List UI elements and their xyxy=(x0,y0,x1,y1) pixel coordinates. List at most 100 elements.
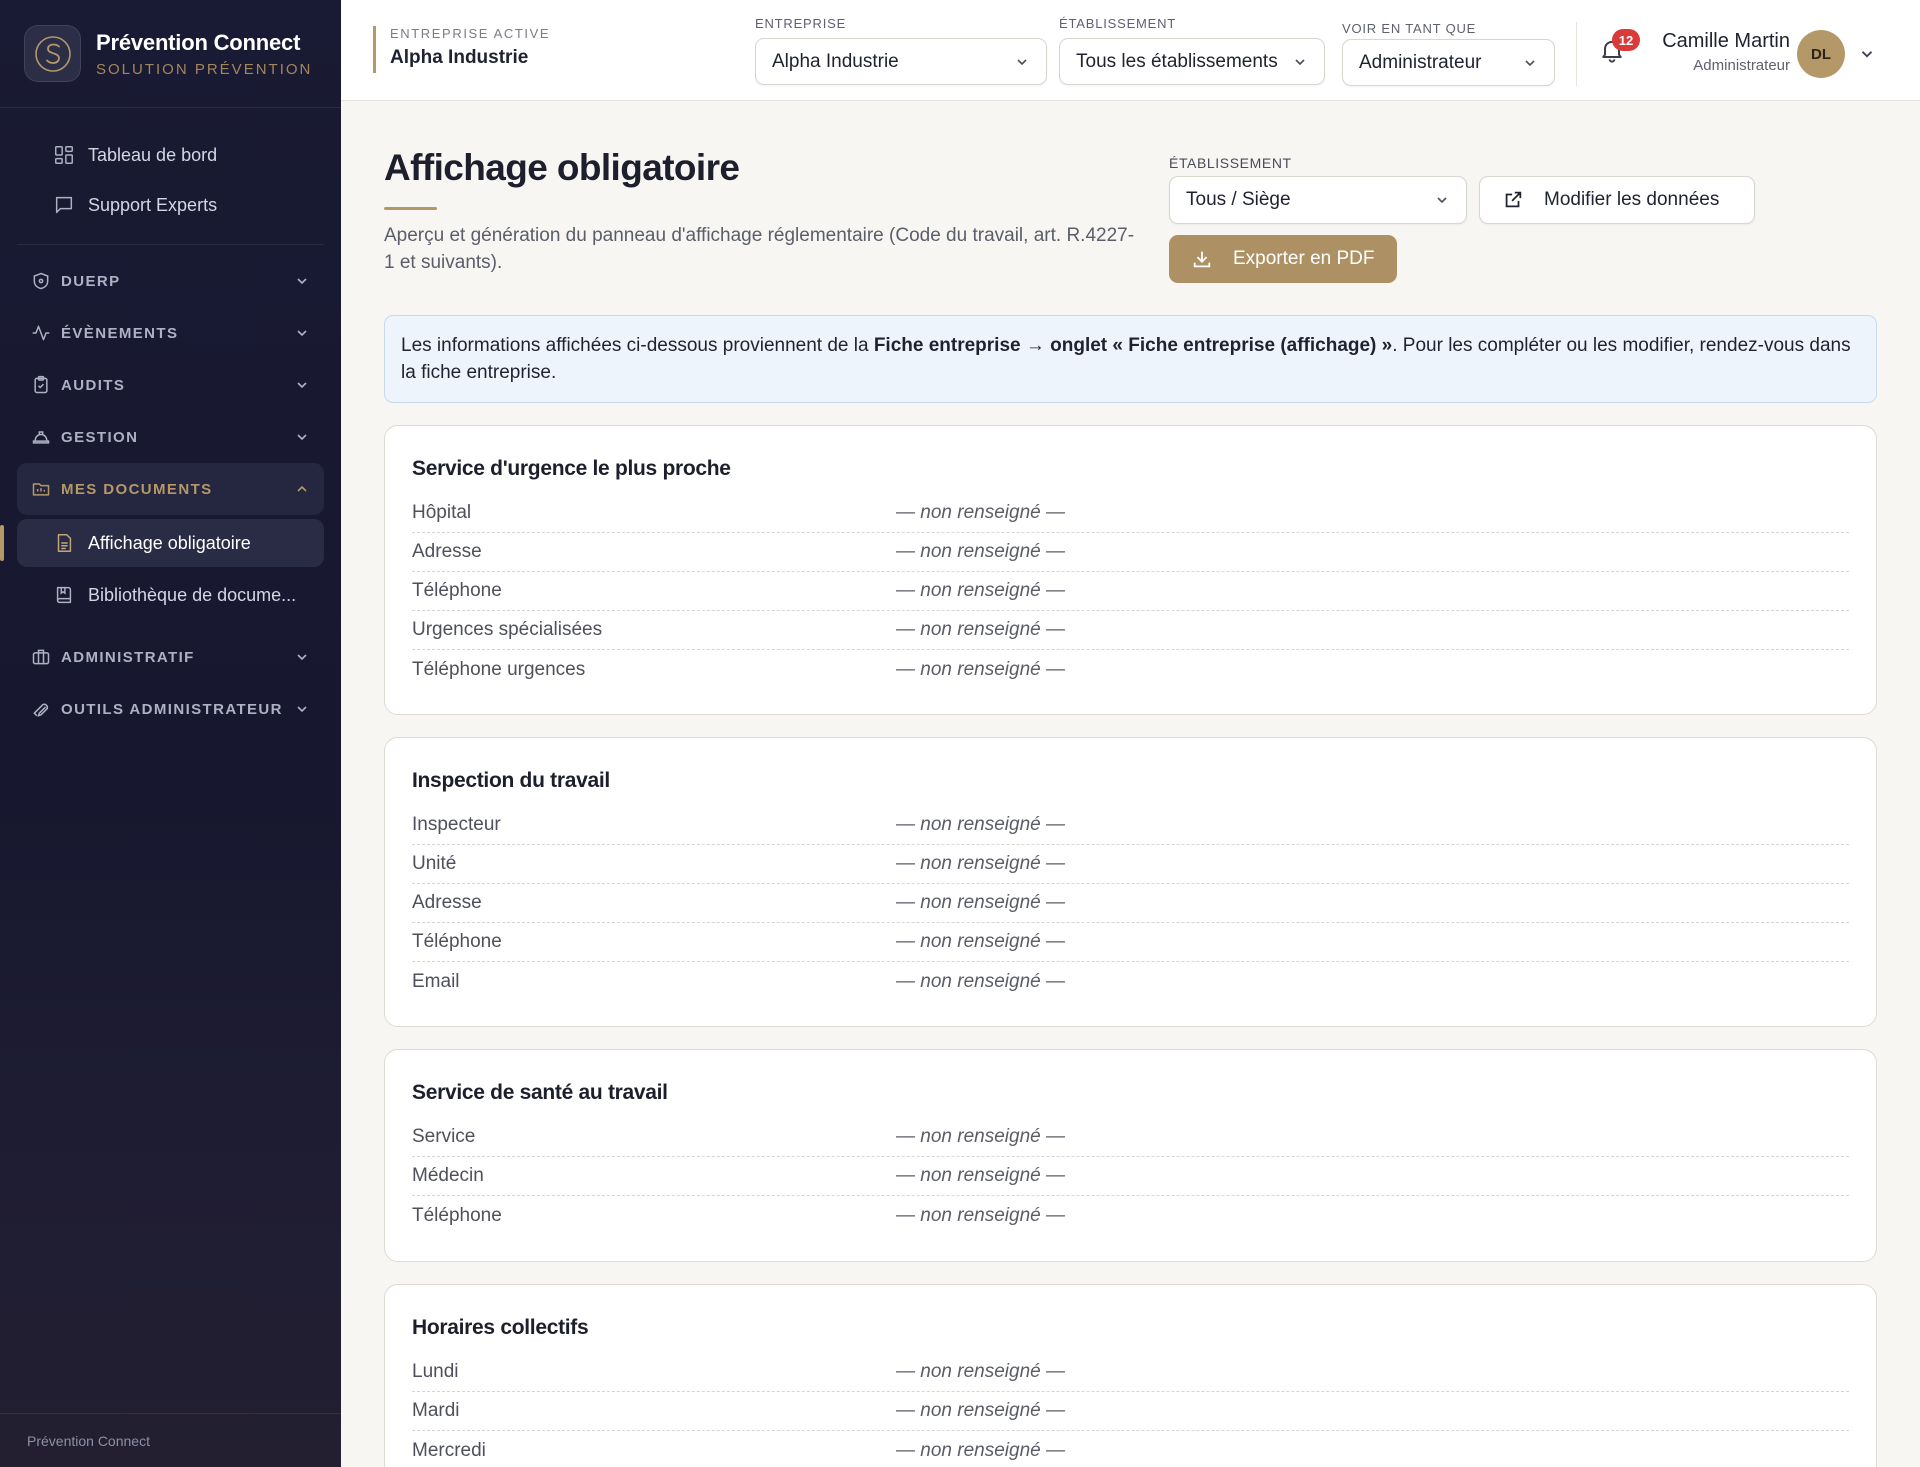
sidebar-section-evenements[interactable]: ÉVÈNEMENTS xyxy=(17,307,324,359)
sidebar-section-audits[interactable]: AUDITS xyxy=(17,359,324,411)
external-link-icon xyxy=(1502,189,1524,211)
chevron-down-icon xyxy=(294,325,310,341)
sidebar-section-gestion[interactable]: GESTION xyxy=(17,411,324,463)
user-role: Administrateur xyxy=(1693,57,1790,74)
chevron-down-icon xyxy=(294,273,310,289)
info-row: Téléphone — non renseigné — xyxy=(412,572,1849,611)
logo-icon xyxy=(24,25,81,82)
card-occupational-health: Service de santé au travail Service — non… xyxy=(384,1049,1877,1262)
chevron-up-icon xyxy=(294,481,310,497)
card-emergency-service: Service d'urgence le plus proche Hôpital… xyxy=(384,425,1877,715)
row-value: — non renseigné — xyxy=(896,892,1065,913)
wrench-icon xyxy=(31,699,51,719)
sidebar-item-label: Bibliothèque de docume... xyxy=(88,584,297,605)
card-title: Service de santé au travail xyxy=(412,1081,668,1104)
section-label: ÉVÈNEMENTS xyxy=(61,324,179,342)
row-value: — non renseigné — xyxy=(896,619,1065,640)
export-pdf-button[interactable]: Exporter en PDF xyxy=(1169,235,1397,283)
row-value: — non renseigné — xyxy=(896,1126,1065,1147)
site-filter-select[interactable]: Tous / Siège xyxy=(1169,176,1467,224)
row-label: Adresse xyxy=(412,892,482,913)
edit-data-label: Modifier les données xyxy=(1544,189,1720,210)
company-select[interactable]: Alpha Industrie xyxy=(755,38,1047,85)
row-value: — non renseigné — xyxy=(896,1165,1065,1186)
company-field: ENTREPRISE Alpha Industrie xyxy=(755,16,1047,85)
card-title: Inspection du travail xyxy=(412,769,610,792)
user-info[interactable]: Camille Martin Administrateur xyxy=(1657,30,1790,74)
row-label: Lundi xyxy=(412,1361,459,1382)
row-label: Service xyxy=(412,1126,476,1147)
book-icon xyxy=(53,584,75,606)
document-icon xyxy=(53,532,75,554)
sidebar-footer: Prévention Connect xyxy=(0,1413,341,1467)
chevron-down-icon xyxy=(1014,54,1030,70)
sidebar-section-mes-documents[interactable]: MES DOCUMENTS xyxy=(17,463,324,515)
site-filter-value: Tous / Siège xyxy=(1186,189,1291,210)
info-row: Téléphone urgences — non renseigné — xyxy=(412,650,1849,689)
sidebar-section-duerp[interactable]: DUERP xyxy=(17,255,324,307)
sidebar-item-affichage-obligatoire[interactable]: Affichage obligatoire xyxy=(0,519,324,567)
sidebar-item-bibliotheque[interactable]: Bibliothèque de docume... xyxy=(17,571,324,619)
info-row: Service — non renseigné — xyxy=(412,1118,1849,1157)
section-label: OUTILS ADMINISTRATEUR xyxy=(61,700,283,718)
sidebar-item-label: Tableau de bord xyxy=(88,144,218,165)
row-label: Email xyxy=(412,970,460,992)
section-label: AUDITS xyxy=(61,376,126,394)
info-row: Inspecteur — non renseigné — xyxy=(412,806,1849,845)
row-label: Téléphone xyxy=(412,931,502,952)
chevron-down-icon xyxy=(1522,55,1538,71)
view-as-label: VOIR EN TANT QUE xyxy=(1342,21,1477,36)
row-value: — non renseigné — xyxy=(896,814,1065,835)
page-title: Affichage obligatoire xyxy=(384,147,740,188)
row-label: Téléphone xyxy=(412,580,502,601)
sidebar-item-dashboard[interactable]: Tableau de bord xyxy=(17,130,324,180)
row-label: Urgences spécialisées xyxy=(412,619,603,640)
sidebar-item-support-experts[interactable]: Support Experts xyxy=(17,180,324,230)
top-header: ENTREPRISE ACTIVE Alpha Industrie ENTREP… xyxy=(341,0,1920,101)
site-select-label: ÉTABLISSEMENT xyxy=(1059,16,1177,31)
site-select[interactable]: Tous les établissements xyxy=(1059,38,1325,85)
site-filter-label: ÉTABLISSEMENT xyxy=(1169,155,1292,171)
site-select-value: Tous les établissements xyxy=(1076,50,1278,72)
info-banner: Les informations affichées ci-dessous pr… xyxy=(384,315,1877,403)
brand[interactable]: Prévention Connect SOLUTION PRÉVENTION xyxy=(0,0,341,108)
row-value: — non renseigné — xyxy=(896,931,1065,952)
row-value: — non renseigné — xyxy=(896,502,1065,523)
card-title: Service d'urgence le plus proche xyxy=(412,457,731,480)
page-description: Aperçu et génération du panneau d'affich… xyxy=(384,225,1135,273)
folder-icon xyxy=(31,479,51,499)
row-value: — non renseigné — xyxy=(896,658,1065,680)
info-row: Adresse — non renseigné — xyxy=(412,884,1849,923)
brand-name: Prévention Connect xyxy=(96,29,301,55)
info-row: Email — non renseigné — xyxy=(412,962,1849,1001)
row-value: — non renseigné — xyxy=(896,1361,1065,1382)
info-row: Unité — non renseigné — xyxy=(412,845,1849,884)
row-value: — non renseigné — xyxy=(896,1204,1065,1226)
export-pdf-label: Exporter en PDF xyxy=(1233,248,1375,269)
site-field: ÉTABLISSEMENT Tous les établissements xyxy=(1059,16,1325,85)
row-label: Téléphone xyxy=(412,1204,502,1226)
info-row: Hôpital — non renseigné — xyxy=(412,494,1849,533)
row-label: Adresse xyxy=(412,541,482,562)
card-labour-inspection: Inspection du travail Inspecteur — non re… xyxy=(384,737,1877,1027)
briefcase-icon xyxy=(31,647,51,667)
clipboard-check-icon xyxy=(31,375,51,395)
avatar[interactable]: DL xyxy=(1797,30,1845,78)
view-as-select[interactable]: Administrateur xyxy=(1342,39,1555,86)
info-text-strong: Fiche entreprise → onglet « Fiche entrep… xyxy=(873,335,1393,356)
active-company-value: Alpha Industrie xyxy=(390,47,529,68)
shield-icon xyxy=(31,271,51,291)
hard-hat-icon xyxy=(31,427,51,447)
info-row: Mercredi — non renseigné — xyxy=(412,1431,1849,1467)
chevron-down-icon[interactable] xyxy=(1858,45,1876,63)
sidebar-section-outils-administrateur[interactable]: OUTILS ADMINISTRATEUR xyxy=(17,683,324,735)
download-icon xyxy=(1191,248,1213,270)
sidebar-section-administratif[interactable]: ADMINISTRATIF xyxy=(17,631,324,683)
activity-pulse-icon xyxy=(31,323,51,343)
info-row: Médecin — non renseigné — xyxy=(412,1157,1849,1196)
section-label: DUERP xyxy=(61,272,121,290)
info-row: Urgences spécialisées — non renseigné — xyxy=(412,611,1849,650)
company-select-value: Alpha Industrie xyxy=(772,50,899,72)
edit-data-button[interactable]: Modifier les données xyxy=(1479,176,1755,224)
company-select-label: ENTREPRISE xyxy=(755,16,847,31)
